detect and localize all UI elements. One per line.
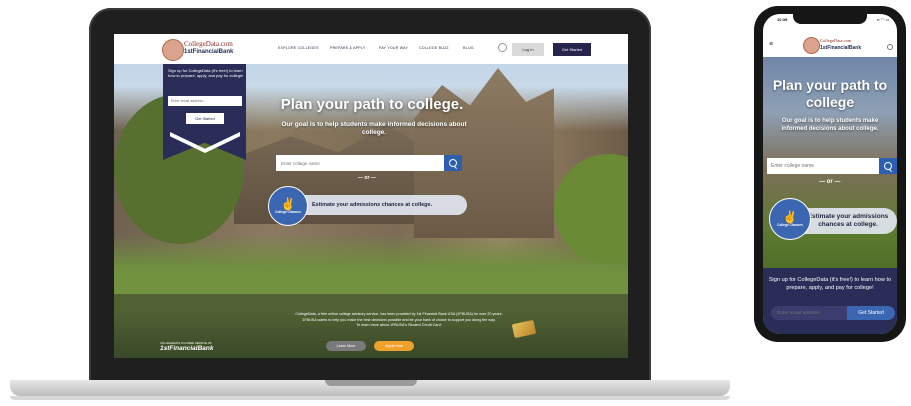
phone-or-divider: — or —	[819, 179, 841, 185]
phone-notch	[793, 14, 867, 24]
apply-now-button[interactable]: Apply Now	[374, 341, 414, 351]
sponsor-line-3: To learn more about 1FBUSA's Student Cre…	[356, 323, 442, 328]
search-icon[interactable]	[498, 43, 507, 52]
laptop-notch	[325, 380, 417, 386]
nav-explore-colleges[interactable]: EXPLORE COLLEGES	[278, 46, 319, 50]
college-chances-badge[interactable]: ✌ College Chances	[268, 186, 308, 226]
top-nav: CollegeData.com 1stFinancialBank EXPLORE…	[114, 34, 628, 64]
phone-logo-subtext: 1stFinancialBank	[820, 45, 862, 51]
laptop-screen: CollegeData.com 1stFinancialBank EXPLORE…	[114, 34, 628, 358]
phone-college-chances-badge[interactable]: ✌ College Chances	[769, 198, 811, 240]
login-button[interactable]: Log In	[512, 43, 544, 56]
logo-text: CollegeData.com	[184, 40, 233, 48]
phone-hero-title: Plan your path to college	[772, 77, 888, 110]
phone-college-search-input[interactable]	[767, 158, 879, 174]
chances-label: College Chances	[275, 210, 301, 214]
phone-hero-subtitle: Our goal is to help students make inform…	[781, 118, 879, 132]
phone-college-search-button[interactable]	[879, 158, 897, 174]
hamburger-menu-icon[interactable]: ≡	[769, 41, 773, 48]
nav-pay-your-way[interactable]: PAY YOUR WAY	[379, 46, 408, 50]
hero-title: Plan your path to college.	[280, 96, 464, 113]
sponsor-line-1: CollegeData, a free online college advis…	[295, 312, 503, 316]
search-icon	[884, 162, 892, 170]
college-search-button[interactable]	[444, 155, 462, 171]
phone-logo-text[interactable]: CollegeData.com	[820, 38, 851, 43]
signup-email-field[interactable]	[168, 96, 242, 106]
sponsor-text: CollegeData, a free online college advis…	[254, 312, 544, 329]
or-divider: — or —	[358, 175, 376, 181]
search-icon	[449, 159, 457, 167]
nav-prepare-apply[interactable]: PREPARE & APPLY	[330, 46, 365, 50]
phone-email-field[interactable]	[771, 306, 847, 320]
get-started-button[interactable]: Get Started	[553, 43, 591, 56]
learn-more-button[interactable]: Learn More	[326, 341, 366, 351]
nav-blog[interactable]: BLOG	[463, 46, 474, 50]
seal-icon	[803, 37, 820, 54]
logo-subtext: 1stFinancialBank	[184, 49, 234, 55]
crossed-fingers-icon: ✌	[782, 210, 798, 224]
collegedata-logo[interactable]: CollegeData.com 1stFinancialBank	[162, 39, 244, 61]
crossed-fingers-icon: ✌	[280, 197, 296, 211]
phone-signup-text: Sign up for CollegeData (it's free!) to …	[768, 277, 892, 291]
sponsor-logo: 1stFinancialBank	[160, 345, 214, 352]
hero-subtitle: Our goal is to help students make inform…	[281, 121, 467, 136]
chances-cta[interactable]: Estimate your admissions chances at coll…	[289, 195, 467, 215]
signup-text: Sign up for CollegeData (it's free!) to …	[168, 68, 244, 78]
nav-college-buzz[interactable]: COLLEGE BUZZ	[419, 46, 449, 50]
phone-get-started-button[interactable]: Get Started	[847, 306, 895, 320]
status-icons: ▪▪ ◠ ▭	[877, 17, 890, 22]
seal-icon	[162, 39, 184, 61]
phone-screen: 10:39 ▪▪ ◠ ▭ ≡ CollegeData.com 1stFinanc…	[763, 14, 897, 334]
status-time: 10:39	[777, 17, 788, 22]
signup-get-started-button[interactable]: Get Started	[186, 113, 224, 124]
phone-chances-label: College Chances	[777, 223, 803, 227]
search-icon[interactable]	[887, 44, 893, 50]
college-search-input[interactable]	[276, 155, 444, 171]
laptop-shadow	[10, 396, 730, 400]
